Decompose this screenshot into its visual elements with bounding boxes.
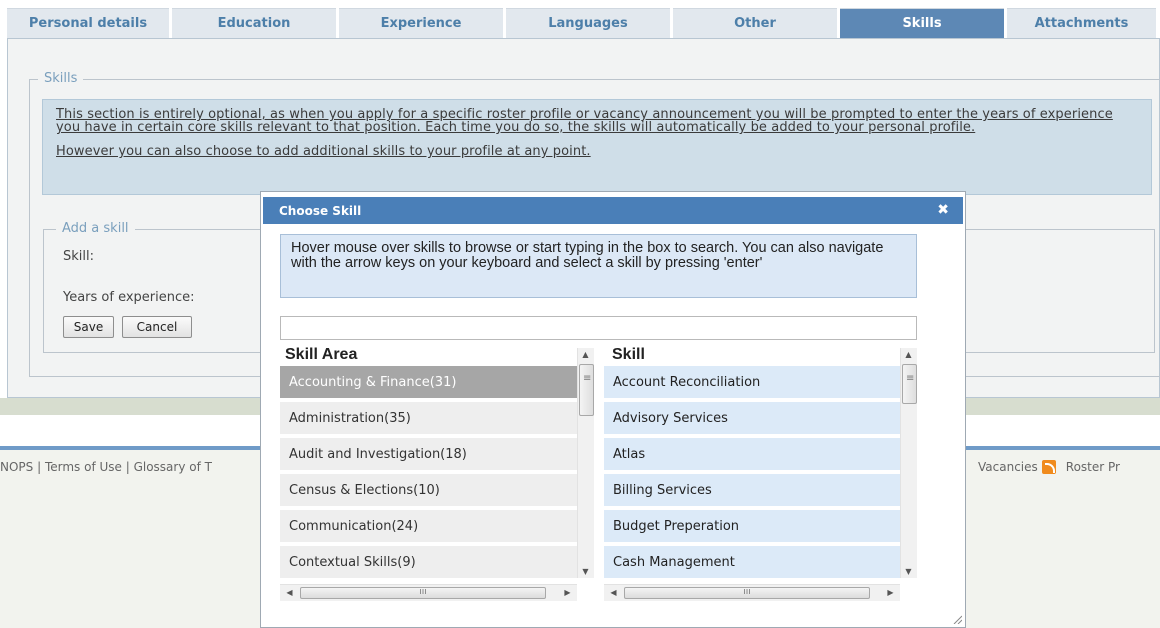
roster-link[interactable]: Roster Pr [1066, 460, 1120, 474]
save-button[interactable]: Save [63, 316, 114, 338]
skill-search-input[interactable] [280, 316, 917, 340]
skill-hscrollbar[interactable]: ◀ ııı ▶ [604, 584, 900, 601]
tab-personal-details[interactable]: Personal details [7, 8, 169, 38]
skill-item[interactable]: Cash Management [604, 546, 900, 578]
scroll-left-arrow-icon[interactable]: ◀ [606, 588, 621, 597]
tab-bar: Personal details Education Experience La… [7, 8, 1160, 38]
skill-area-item[interactable]: Administration(35) [280, 402, 577, 434]
skill-area-header: Skill Area [285, 346, 358, 363]
skill-label: Skill: [63, 249, 94, 264]
skill-area-item[interactable]: Accounting & Finance(31) [280, 366, 577, 398]
scroll-down-arrow-icon[interactable]: ▼ [901, 567, 916, 576]
skill-item[interactable]: Atlas [604, 438, 900, 470]
dialog-titlebar[interactable]: Choose Skill ✖ [263, 197, 963, 224]
skill-vscrollbar[interactable]: ▲ ▼ [900, 348, 917, 578]
skill-area-hscroll-thumb[interactable]: ııı [300, 587, 546, 599]
years-label: Years of experience: [63, 290, 195, 305]
skill-item[interactable]: Advisory Services [604, 402, 900, 434]
skills-info-box: This section is entirely optional, as wh… [42, 99, 1152, 195]
skill-vscroll-thumb[interactable] [902, 364, 917, 404]
dialog-title: Choose Skill [279, 203, 362, 218]
skill-hscroll-thumb[interactable]: ııı [624, 587, 870, 599]
tab-skills[interactable]: Skills [840, 8, 1004, 38]
scroll-up-arrow-icon[interactable]: ▲ [901, 350, 916, 359]
skill-area-item[interactable]: Communication(24) [280, 510, 577, 542]
choose-skill-dialog: Choose Skill ✖ Hover mouse over skills t… [260, 191, 966, 628]
scroll-right-arrow-icon[interactable]: ▶ [560, 588, 575, 597]
skills-legend: Skills [38, 71, 84, 86]
tab-education[interactable]: Education [172, 8, 336, 38]
skill-area-vscroll-thumb[interactable] [579, 364, 594, 416]
skill-area-list: Accounting & Finance(31) Administration(… [280, 366, 577, 578]
dialog-help-text: Hover mouse over skills to browse or sta… [280, 234, 917, 298]
skill-item[interactable]: Account Reconciliation [604, 366, 900, 398]
cancel-button[interactable]: Cancel [122, 316, 192, 338]
skill-area-vscrollbar[interactable]: ▲ ▼ [577, 348, 594, 578]
tab-other[interactable]: Other [673, 8, 837, 38]
skills-info-text-2: However you can also choose to add addit… [56, 144, 591, 159]
skill-header: Skill [612, 346, 645, 363]
footer-links[interactable]: NOPS | Terms of Use | Glossary of T [0, 460, 212, 474]
tab-attachments[interactable]: Attachments [1007, 8, 1156, 38]
scroll-right-arrow-icon[interactable]: ▶ [883, 588, 898, 597]
tab-experience[interactable]: Experience [339, 8, 503, 38]
add-skill-legend: Add a skill [56, 221, 135, 236]
skills-info-text: This section is entirely optional, as wh… [56, 107, 1113, 135]
skill-area-item[interactable]: Contextual Skills(9) [280, 546, 577, 578]
skill-list: Account Reconciliation Advisory Services… [604, 366, 900, 578]
scroll-up-arrow-icon[interactable]: ▲ [578, 350, 593, 359]
skill-item[interactable]: Billing Services [604, 474, 900, 506]
scroll-down-arrow-icon[interactable]: ▼ [578, 567, 593, 576]
close-icon[interactable]: ✖ [937, 202, 949, 218]
vacancies-link[interactable]: Vacancies [978, 460, 1038, 474]
scroll-left-arrow-icon[interactable]: ◀ [282, 588, 297, 597]
skill-item[interactable]: Budget Preperation [604, 510, 900, 542]
skill-area-hscrollbar[interactable]: ◀ ııı ▶ [280, 584, 577, 601]
resize-grip-icon[interactable] [952, 614, 962, 624]
tab-languages[interactable]: Languages [506, 8, 670, 38]
skill-area-item[interactable]: Census & Elections(10) [280, 474, 577, 506]
rss-icon[interactable] [1041, 460, 1056, 474]
skill-area-item[interactable]: Audit and Investigation(18) [280, 438, 577, 470]
footer-feeds: Vacancies Roster Pr [978, 460, 1120, 474]
